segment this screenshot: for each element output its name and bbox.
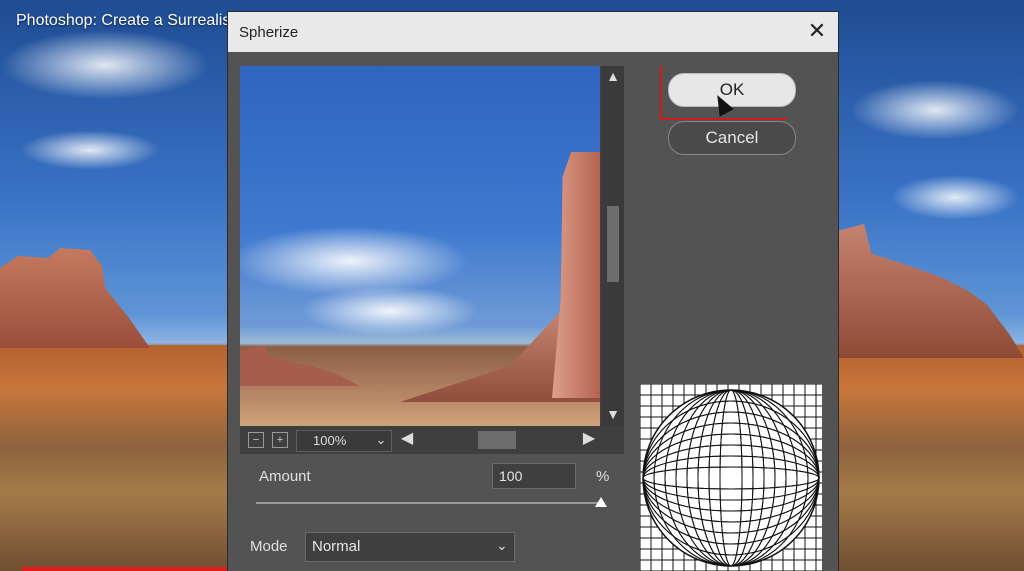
mode-label: Mode	[250, 538, 288, 555]
scroll-left-arrow-icon[interactable]: ◀	[398, 429, 416, 449]
amount-input[interactable]	[492, 463, 576, 489]
spherize-grid-preview	[640, 384, 822, 571]
scroll-right-arrow-icon[interactable]: ▶	[580, 429, 598, 449]
preview-mesa	[240, 346, 360, 386]
cloud	[0, 30, 210, 100]
mode-select[interactable]: Normal ⌄	[305, 532, 515, 562]
scroll-down-arrow-icon[interactable]: ▼	[605, 406, 621, 422]
preview-image[interactable]	[240, 66, 600, 426]
dialog-titlebar: Spherize ✕	[228, 12, 838, 52]
preview-cloud	[300, 286, 480, 336]
zoom-value: 100%	[313, 433, 347, 448]
amount-unit: %	[596, 468, 610, 485]
cloud	[20, 130, 160, 170]
spherize-dialog: Spherize ✕ ▲ ▼ − + 100% ⌄ ◀ ▶ OK Cancel …	[228, 12, 838, 571]
vertical-scroll-thumb[interactable]	[607, 206, 619, 282]
preview-butte	[552, 152, 600, 398]
sphere-grid-lines	[643, 390, 819, 566]
close-icon[interactable]: ✕	[806, 20, 828, 42]
mode-value: Normal	[312, 538, 361, 555]
amount-slider-thumb[interactable]	[595, 497, 607, 507]
cloud	[890, 175, 1020, 220]
amount-slider-track[interactable]	[256, 502, 604, 504]
scroll-up-arrow-icon[interactable]: ▲	[605, 68, 621, 84]
zoom-out-icon[interactable]: −	[248, 432, 264, 448]
filter-preview: ▲ ▼ − + 100% ⌄ ◀ ▶	[240, 66, 624, 454]
cancel-button[interactable]: Cancel	[668, 121, 796, 155]
zoom-in-icon[interactable]: +	[272, 432, 288, 448]
vertical-scrollbar[interactable]: ▲ ▼	[602, 66, 624, 426]
video-progress-bar[interactable]	[22, 567, 227, 571]
zoom-select[interactable]: 100% ⌄	[296, 430, 392, 452]
cloud	[850, 80, 1020, 140]
preview-cloud	[240, 226, 470, 296]
amount-label: Amount	[259, 468, 311, 485]
chevron-down-icon: ⌄	[496, 537, 508, 553]
horizontal-scroll-thumb[interactable]	[478, 431, 516, 449]
dialog-title: Spherize	[239, 24, 299, 41]
preview-toolbar: − + 100% ⌄ ◀ ▶	[240, 426, 624, 454]
chevron-down-icon: ⌄	[375, 432, 387, 447]
